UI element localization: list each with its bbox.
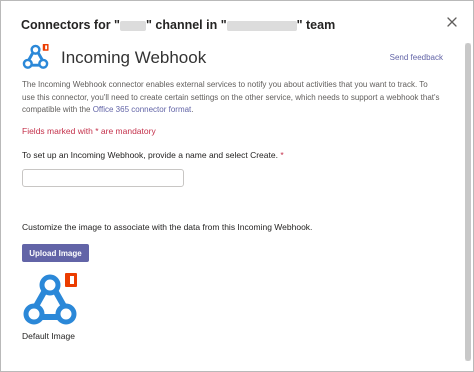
description-text: The Incoming Webhook connector enables e…	[22, 80, 440, 114]
default-image-preview-icon	[23, 273, 77, 325]
title-part-3: " team	[296, 18, 336, 32]
dialog-scrollbar[interactable]	[465, 43, 471, 361]
webhook-logo-icon	[22, 43, 49, 69]
customize-instruction: Customize the image to associate with th…	[22, 222, 313, 232]
upload-image-button[interactable]: Upload Image	[22, 244, 89, 262]
description-end: .	[191, 105, 194, 114]
mandatory-note: Fields marked with * are mandatory	[22, 126, 156, 136]
redacted-team-name	[226, 20, 297, 31]
connector-name: Incoming Webhook	[61, 48, 207, 67]
default-image-label: Default Image	[22, 331, 75, 341]
required-marker: *	[280, 150, 284, 160]
dialog-title: Connectors for " " channel in " " team	[21, 18, 335, 32]
webhook-name-input[interactable]	[22, 169, 184, 187]
send-feedback-link[interactable]: Send feedback	[390, 53, 443, 62]
redacted-channel-name	[120, 20, 146, 31]
connector-description: The Incoming Webhook connector enables e…	[22, 79, 442, 117]
connector-format-link[interactable]: Office 365 connector format	[93, 105, 192, 114]
setup-instruction: To set up an Incoming Webhook, provide a…	[22, 150, 284, 160]
title-part-2: " channel in "	[146, 18, 227, 32]
close-icon	[447, 17, 457, 27]
dialog-header: Connectors for " " channel in " " team	[21, 16, 433, 34]
close-button[interactable]	[445, 15, 459, 29]
setup-text: To set up an Incoming Webhook, provide a…	[22, 150, 278, 160]
title-part-1: Connectors for "	[21, 18, 120, 32]
incoming-webhook-dialog: Connectors for " " channel in " " team Inc…	[0, 0, 474, 372]
scrollbar-thumb[interactable]	[465, 43, 471, 361]
